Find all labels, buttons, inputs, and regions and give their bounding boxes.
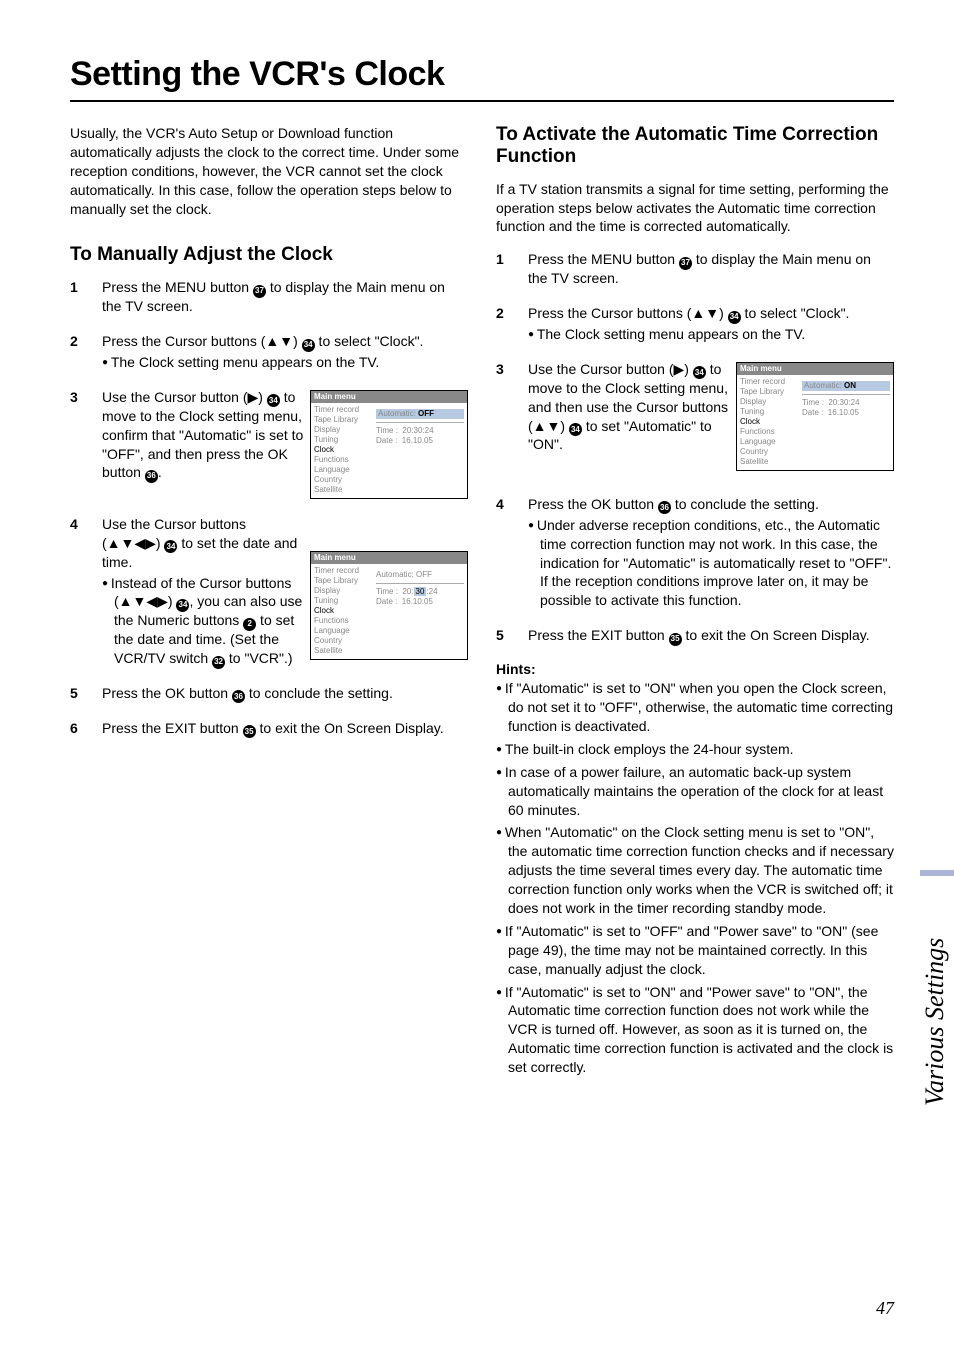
clock-menu-figure-off: Main menu Timer record Tape Library Disp… bbox=[310, 390, 468, 499]
clock-menu-figure-on: Main menu Timer record Tape Library Disp… bbox=[736, 362, 894, 471]
step-number: 1 bbox=[70, 278, 102, 316]
ref-34-icon: 34 bbox=[569, 423, 582, 436]
hints-list: If "Automatic" is set to "ON" when you o… bbox=[496, 679, 894, 1077]
page-title: Setting the VCR's Clock bbox=[70, 55, 894, 94]
step-number: 3 bbox=[70, 388, 102, 499]
auto-step-2: Press the Cursor buttons (▲▼) 34 to sele… bbox=[528, 304, 894, 344]
auto-step-5: Press the EXIT button 35 to exit the On … bbox=[528, 626, 894, 645]
ref-36-icon: 36 bbox=[658, 501, 671, 514]
auto-step-4: Press the OK button 36 to conclude the s… bbox=[528, 495, 894, 610]
step-number: 6 bbox=[70, 719, 102, 738]
step-number: 3 bbox=[496, 360, 528, 479]
ref-34-icon: 34 bbox=[728, 311, 741, 324]
auto-step-3: Main menu Timer record Tape Library Disp… bbox=[528, 360, 894, 479]
ref-35-icon: 35 bbox=[243, 725, 256, 738]
ref-34-icon: 34 bbox=[164, 540, 177, 553]
hint-item: The built-in clock employs the 24-hour s… bbox=[496, 740, 894, 759]
auto-step-4-sub: Under adverse reception conditions, etc.… bbox=[528, 516, 894, 610]
ref-34-icon: 34 bbox=[267, 394, 280, 407]
manual-step-2-sub: The Clock setting menu appears on the TV… bbox=[102, 353, 468, 372]
page-number: 47 bbox=[876, 1298, 894, 1319]
ref-34-icon: 34 bbox=[693, 366, 706, 379]
hint-item: If "Automatic" is set to "OFF" and "Powe… bbox=[496, 922, 894, 979]
auto-step-2-sub: The Clock setting menu appears on the TV… bbox=[528, 325, 894, 344]
hints-heading: Hints: bbox=[496, 661, 894, 677]
manual-step-4: Main menu Timer record Tape Library Disp… bbox=[102, 515, 468, 668]
ref-34-icon: 34 bbox=[302, 339, 315, 352]
step-number: 2 bbox=[496, 304, 528, 344]
ref-36-icon: 36 bbox=[145, 470, 158, 483]
hint-item: If "Automatic" is set to "ON" and "Power… bbox=[496, 983, 894, 1077]
manual-step-2: Press the Cursor buttons (▲▼) 34 to sele… bbox=[102, 332, 468, 372]
ref-32-icon: 32 bbox=[212, 656, 225, 669]
manual-step-1: Press the MENU button 37 to display the … bbox=[102, 278, 468, 316]
step-number: 1 bbox=[496, 250, 528, 288]
auto-step-1: Press the MENU button 37 to display the … bbox=[528, 250, 894, 288]
manual-step-6: Press the EXIT button 35 to exit the On … bbox=[102, 719, 468, 738]
ref-34-icon: 34 bbox=[176, 599, 189, 612]
manual-step-3: Main menu Timer record Tape Library Disp… bbox=[102, 388, 468, 499]
auto-heading: To Activate the Automatic Time Correctio… bbox=[496, 124, 894, 168]
section-tab: Various Settings bbox=[920, 870, 954, 1106]
ref-37-icon: 37 bbox=[679, 257, 692, 270]
hint-item: In case of a power failure, an automatic… bbox=[496, 763, 894, 820]
title-rule bbox=[70, 100, 894, 102]
clock-menu-figure-off-b: Main menu Timer record Tape Library Disp… bbox=[310, 551, 468, 660]
ref-36-icon: 36 bbox=[232, 690, 245, 703]
ref-35-icon: 35 bbox=[669, 633, 682, 646]
step-number: 4 bbox=[496, 495, 528, 610]
ref-37-icon: 37 bbox=[253, 285, 266, 298]
ref-2-icon: 2 bbox=[243, 618, 256, 631]
step-number: 4 bbox=[70, 515, 102, 668]
manual-heading: To Manually Adjust the Clock bbox=[70, 244, 468, 266]
manual-step-5: Press the OK button 36 to conclude the s… bbox=[102, 684, 468, 703]
step-number: 5 bbox=[496, 626, 528, 645]
auto-intro: If a TV station transmits a signal for t… bbox=[496, 180, 894, 237]
hint-item: If "Automatic" is set to "ON" when you o… bbox=[496, 679, 894, 736]
step-number: 5 bbox=[70, 684, 102, 703]
hint-item: When "Automatic" on the Clock setting me… bbox=[496, 823, 894, 917]
step-number: 2 bbox=[70, 332, 102, 372]
intro-text: Usually, the VCR's Auto Setup or Downloa… bbox=[70, 124, 468, 218]
